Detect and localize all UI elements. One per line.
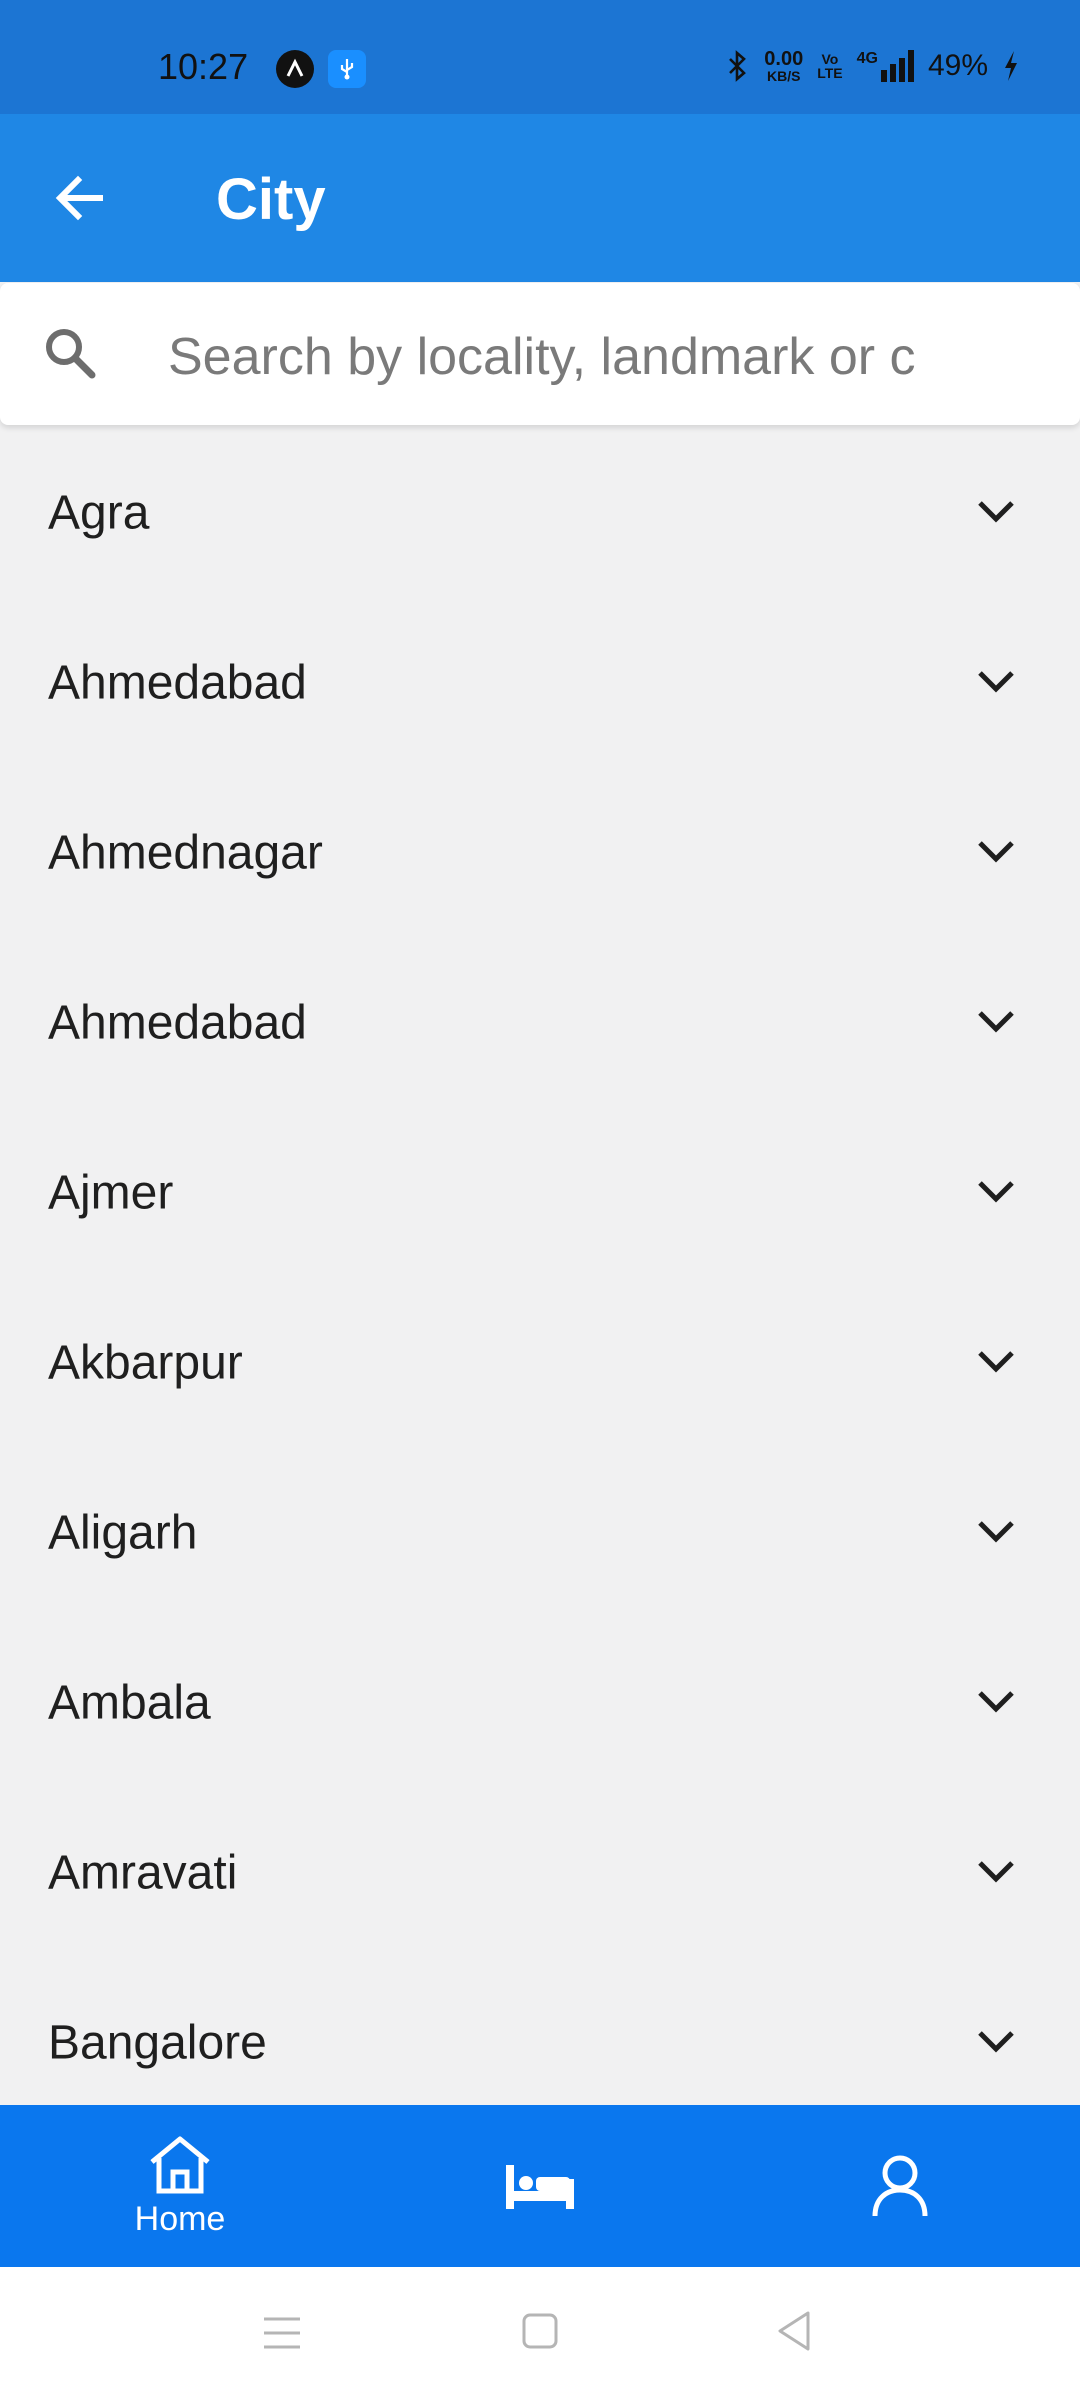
city-name: Ambala [48,1676,211,1730]
back-triangle-icon[interactable] [774,2309,814,2353]
status-time: 10:27 [158,46,249,87]
city-list: Agra Ahmedabad Ahmednagar Ahmedabad Ajmer Akb… [0,425,1080,2105]
nav-bookings[interactable] [450,2105,630,2267]
chevron-down-icon[interactable] [972,663,1020,699]
list-item[interactable]: Ambala [0,1615,1080,1785]
city-name: Bangalore [48,2016,267,2070]
list-item[interactable]: Ahmednagar [0,765,1080,935]
status-bar: 10:27 0.00 KB/S Vo LTE 4G 49% [0,0,1080,114]
search-bar[interactable]: Search by locality, landmark or c [0,283,1080,425]
list-item[interactable]: Ahmedabad [0,595,1080,765]
chevron-down-icon[interactable] [972,833,1020,869]
chevron-down-icon[interactable] [972,1173,1020,1209]
home-square-icon[interactable] [520,2311,560,2351]
profile-icon [872,2155,928,2217]
city-name: Amravati [48,1846,238,1900]
search-input[interactable]: Search by locality, landmark or c [168,327,1048,387]
nav-home-label: Home [134,2199,226,2238]
city-name: Agra [48,486,150,540]
city-name: Aligarh [48,1506,198,1560]
list-item[interactable]: Amravati [0,1785,1080,1955]
home-icon [150,2136,210,2193]
chevron-down-icon[interactable] [972,1343,1020,1379]
battery-percent: 49% [927,49,988,82]
chevron-down-icon[interactable] [972,1853,1020,1889]
network-speed: 0.00 KB/S [764,48,804,84]
list-item[interactable]: Agra [0,425,1080,595]
nav-home[interactable]: Home [90,2105,270,2267]
menu-icon[interactable] [262,2313,302,2353]
chevron-down-icon[interactable] [972,1683,1020,1719]
chevron-down-icon[interactable] [972,493,1020,529]
city-name: Ahmedabad [48,996,307,1050]
chevron-down-icon[interactable] [972,2023,1020,2059]
nav-profile[interactable] [810,2105,990,2267]
status-indicators: 0.00 KB/S Vo LTE 4G 49% [726,44,1020,88]
search-icon [46,329,96,379]
usb-icon [328,50,366,88]
signal-icon: 4G [857,50,914,82]
page-title: City [216,167,326,232]
bluetooth-icon [729,50,747,82]
list-item[interactable]: Akbarpur [0,1275,1080,1445]
chevron-down-icon[interactable] [972,1513,1020,1549]
volte-indicator: Vo LTE [817,51,843,81]
bed-icon [506,2165,574,2209]
system-nav-bar [0,2267,1080,2400]
back-button[interactable] [48,166,112,230]
app-bar: City [0,114,1080,282]
arrow-left-icon [55,175,103,221]
chevron-down-icon[interactable] [972,1003,1020,1039]
city-name: Akbarpur [48,1336,243,1390]
city-name: Ajmer [48,1166,174,1220]
list-item[interactable]: Aligarh [0,1445,1080,1615]
charging-icon [1005,51,1017,81]
list-item[interactable]: Ahmedabad [0,935,1080,1105]
city-name: Ahmedabad [48,656,307,710]
app-notification-icon [276,50,314,88]
list-item[interactable]: Ajmer [0,1105,1080,1275]
list-item[interactable]: Bangalore [0,1955,1080,2105]
bottom-nav: Home [0,2105,1080,2267]
city-name: Ahmednagar [48,826,323,880]
